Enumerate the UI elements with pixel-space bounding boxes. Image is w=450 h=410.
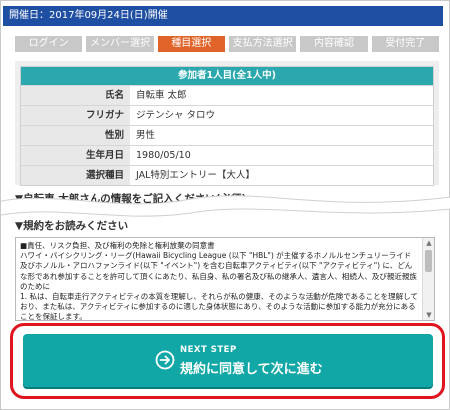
agree-next-button[interactable]: NEXT STEP 規約に同意して次に進む [23,334,433,387]
row-value: 男性 [136,130,156,141]
event-date-bar: 開催日：2017年09月24日(日)開催 [3,6,443,26]
terms-box[interactable]: ■責任、リスク負担、及び権利の免除と権利放棄の同意書 ハワイ・バイシクリング・リ… [15,237,435,321]
row-key: 性別 [21,126,130,145]
table-row: 生年月日 1980/05/10 [21,145,433,165]
page-frame: 開催日：2017年09月24日(日)開催 ログイン メンバー選択 種目選択 支払… [0,0,450,410]
step-event-select: 種目選択 [157,36,225,52]
row-key: 氏名 [21,86,130,105]
participant-table: 参加者1人目(全1人中) 氏名 自転車 太郎 フリガナ ジテンシャ タロウ 性別… [20,66,434,186]
scroll-up-icon[interactable]: ▲ [425,239,433,247]
progress-steps: ログイン メンバー選択 種目選択 支払方法選択 内容確認 受付完了 [15,36,439,52]
table-row: 性別 男性 [21,125,433,145]
table-row: 選択種目 JAL特別エントリー【大人】 [21,165,433,185]
cta-highlight: NEXT STEP 規約に同意して次に進む [10,323,445,399]
step-payment-select: 支払方法選択 [228,36,297,52]
terms-scrollbar[interactable]: ▲ ▼ [422,238,434,320]
row-value: 1980/05/10 [136,150,191,161]
step-complete: 受付完了 [371,36,439,52]
cta-eyebrow: NEXT STEP [180,345,237,355]
row-key: フリガナ [21,106,130,125]
step-login: ログイン [15,36,83,52]
scroll-down-icon[interactable]: ▼ [425,311,433,319]
cta-label: 規約に同意して次に進む [180,362,323,377]
step-confirm: 内容確認 [300,36,368,52]
participant-table-header: 参加者1人目(全1人中) [21,67,433,85]
terms-text: ■責任、リスク負担、及び権利の免除と権利放棄の同意書 ハワイ・バイシクリング・リ… [20,241,418,321]
row-key: 選択種目 [21,166,130,185]
torn-paper-divider [1,195,450,217]
row-value: JAL特別エントリー【大人】 [136,170,255,181]
table-row: 氏名 自転車 太郎 [21,85,433,105]
arrow-right-circle-icon [155,350,175,370]
row-key: 生年月日 [21,146,130,165]
row-value: ジテンシャ タロウ [136,110,216,121]
row-value: 自転車 太郎 [136,90,187,101]
step-member-select: メンバー選択 [86,36,154,52]
scrollbar-thumb[interactable] [425,250,432,272]
section-heading-terms: ▼規約をお読みください [15,220,129,232]
participant-panel: 参加者1人目(全1人中) 氏名 自転車 太郎 フリガナ ジテンシャ タロウ 性別… [15,61,439,186]
event-date-text: 開催日：2017年09月24日(日)開催 [9,10,168,21]
table-row: フリガナ ジテンシャ タロウ [21,105,433,125]
